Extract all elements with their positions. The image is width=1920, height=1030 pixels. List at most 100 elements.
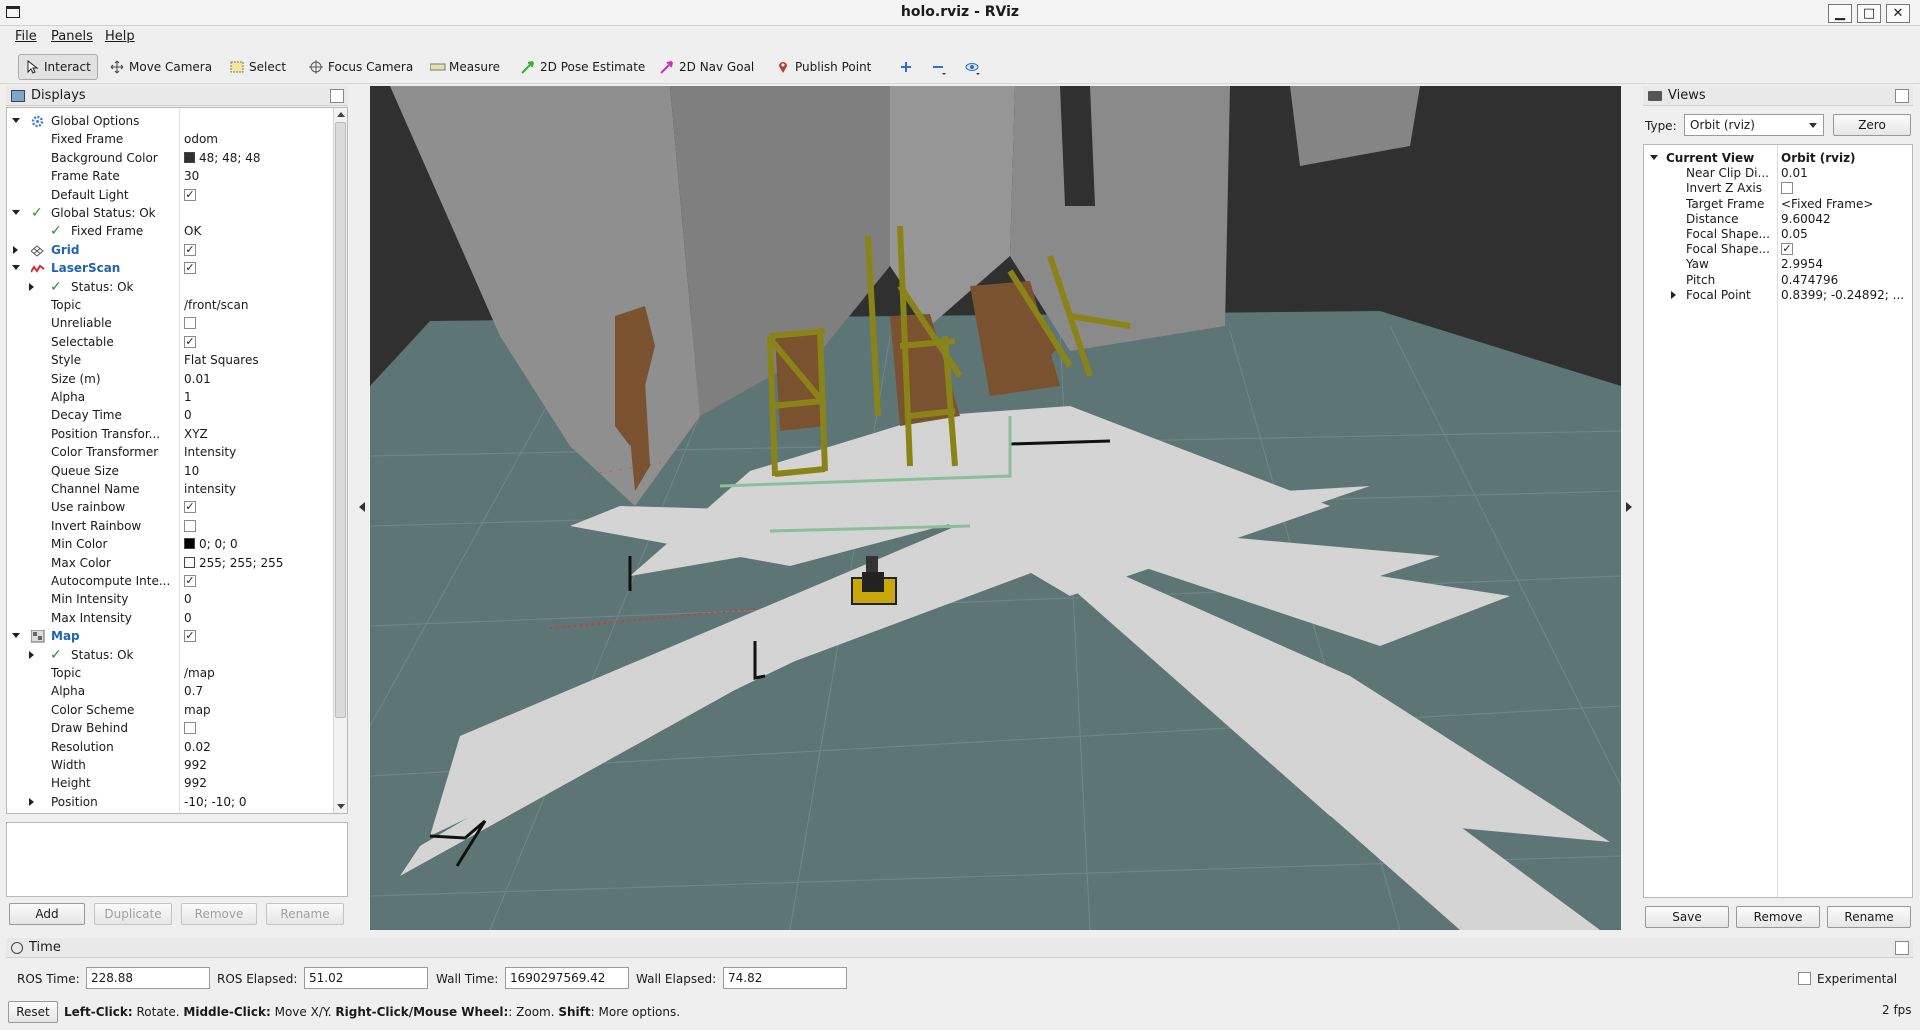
- collapsed-arrow-icon[interactable]: [29, 650, 34, 659]
- collapsed-arrow-icon[interactable]: [1671, 290, 1676, 299]
- select-tool[interactable]: Select: [224, 54, 292, 80]
- displays-tree[interactable]: Global Options Fixed Frame odom Background …: [6, 107, 348, 814]
- display-row-max-intensity[interactable]: Max Intensity 0: [7, 609, 333, 627]
- displays-scrollbar[interactable]: [333, 108, 347, 813]
- collapse-right-icon[interactable]: [1626, 502, 1632, 512]
- display-row-autocompute-intensity[interactable]: Autocompute Inte... ✓: [7, 572, 333, 590]
- move-camera-tool[interactable]: Move Camera: [104, 54, 218, 80]
- display-row-min-color[interactable]: Min Color 0; 0; 0: [7, 535, 333, 553]
- display-row-grid[interactable]: Grid ✓: [7, 241, 333, 259]
- display-row-value[interactable]: OK: [184, 222, 201, 240]
- remove-display-button[interactable]: Remove: [181, 903, 257, 925]
- experimental-checkbox[interactable]: [1798, 972, 1811, 985]
- minimize-button[interactable]: ▁: [1828, 4, 1852, 23]
- rename-display-button[interactable]: Rename: [266, 903, 344, 925]
- display-row-value[interactable]: 48; 48; 48: [184, 149, 261, 167]
- display-row-value[interactable]: 10: [184, 462, 199, 480]
- render-viewport[interactable]: [370, 86, 1621, 930]
- display-row-laserscan-status[interactable]: ✓ Status: Ok: [7, 278, 333, 296]
- enabled-checkbox[interactable]: ✓: [184, 501, 196, 514]
- collapsed-arrow-icon[interactable]: [29, 797, 34, 806]
- collapse-left-icon[interactable]: [359, 502, 365, 512]
- display-row-height[interactable]: Height 992: [7, 774, 333, 792]
- scrollbar-thumb[interactable]: [335, 122, 346, 718]
- display-row-value[interactable]: /map: [184, 664, 215, 682]
- maximize-button[interactable]: □: [1857, 4, 1881, 23]
- view-checkbox[interactable]: ✓: [1781, 243, 1793, 256]
- menu-panels[interactable]: Panels: [51, 29, 93, 44]
- wall-time-field[interactable]: 1690297569.42: [505, 967, 629, 989]
- scroll-up-icon[interactable]: [337, 112, 345, 117]
- scroll-down-icon[interactable]: [337, 804, 345, 809]
- interact-tool[interactable]: Interact: [18, 54, 98, 80]
- display-row-decay-time[interactable]: Decay Time 0: [7, 406, 333, 424]
- expanded-arrow-icon[interactable]: [12, 210, 20, 215]
- add-tool-button[interactable]: [893, 54, 919, 80]
- enabled-checkbox[interactable]: ✓: [184, 575, 196, 587]
- add-display-button[interactable]: Add: [9, 903, 85, 925]
- pose-estimate-tool[interactable]: 2D Pose Estimate: [515, 54, 651, 80]
- expanded-arrow-icon[interactable]: [1650, 155, 1658, 160]
- display-row-orientation[interactable]: Orientation 0; 0; 0; 1: [7, 811, 333, 813]
- focus-camera-tool[interactable]: Focus Camera: [303, 54, 419, 80]
- display-row-max-color[interactable]: Max Color 255; 255; 255: [7, 554, 333, 572]
- measure-tool[interactable]: Measure: [424, 54, 506, 80]
- display-row-color-scheme[interactable]: Color Scheme map: [7, 701, 333, 719]
- display-row-min-intensity[interactable]: Min Intensity 0: [7, 590, 333, 608]
- display-row-unreliable[interactable]: Unreliable: [7, 314, 333, 332]
- display-row-frame-rate[interactable]: Frame Rate 30: [7, 167, 333, 185]
- display-row-invert-rainbow[interactable]: Invert Rainbow: [7, 517, 333, 535]
- color-swatch[interactable]: [184, 538, 195, 550]
- enabled-checkbox[interactable]: ✓: [184, 630, 196, 643]
- remove-tool-button[interactable]: [925, 54, 951, 80]
- display-row-value[interactable]: intensity: [184, 480, 236, 498]
- display-row-value[interactable]: 0.02: [184, 738, 211, 756]
- collapsed-arrow-icon[interactable]: [13, 245, 18, 254]
- display-row-selectable[interactable]: Selectable ✓: [7, 333, 333, 351]
- display-row-channel-name[interactable]: Channel Name intensity: [7, 480, 333, 498]
- enabled-checkbox[interactable]: [184, 317, 196, 330]
- display-row-global-options[interactable]: Global Options: [7, 112, 333, 130]
- display-row-value[interactable]: 0; 0; 0; 1: [184, 811, 238, 813]
- display-row-background-color[interactable]: Background Color 48; 48; 48: [7, 149, 333, 167]
- display-row-position[interactable]: Position -10; -10; 0: [7, 793, 333, 811]
- display-row-value[interactable]: 0: [184, 609, 192, 627]
- display-row-queue-size[interactable]: Queue Size 10: [7, 462, 333, 480]
- display-row-value[interactable]: map: [184, 701, 211, 719]
- display-row-value[interactable]: 0.7: [184, 682, 203, 700]
- display-row-map[interactable]: Map ✓: [7, 627, 333, 645]
- display-row-fixed-frame-status[interactable]: ✓ Fixed Frame OK: [7, 222, 333, 240]
- display-row-style[interactable]: Style Flat Squares: [7, 351, 333, 369]
- display-row-value[interactable]: 0.01: [184, 370, 211, 388]
- enabled-checkbox[interactable]: ✓: [184, 262, 196, 275]
- reset-button[interactable]: Reset: [8, 1001, 58, 1023]
- time-undock-button[interactable]: [1895, 941, 1909, 955]
- expanded-arrow-icon[interactable]: [12, 118, 20, 123]
- view-tool-button[interactable]: [959, 54, 985, 80]
- wall-elapsed-field[interactable]: 74.82: [723, 967, 847, 989]
- display-row-value[interactable]: 0: [184, 590, 192, 608]
- collapsed-arrow-icon[interactable]: [29, 282, 34, 291]
- ros-time-field[interactable]: 228.88: [86, 967, 210, 989]
- enabled-checkbox[interactable]: ✓: [184, 243, 196, 256]
- nav-goal-tool[interactable]: 2D Nav Goal: [654, 54, 760, 80]
- views-undock-button[interactable]: [1895, 89, 1909, 103]
- color-swatch[interactable]: [184, 556, 195, 568]
- view-row-focal-point[interactable]: Focal Point 0.8399; -0.24892; ...: [1644, 286, 1912, 304]
- display-row-value[interactable]: 1: [184, 388, 192, 406]
- zero-view-button[interactable]: Zero: [1833, 114, 1911, 136]
- enabled-checkbox[interactable]: ✓: [184, 335, 196, 348]
- display-row-map-topic[interactable]: Topic/map: [7, 664, 333, 682]
- enabled-checkbox[interactable]: [184, 722, 196, 735]
- display-row-alpha[interactable]: Alpha 1: [7, 388, 333, 406]
- display-row-value[interactable]: /front/scan: [184, 296, 248, 314]
- displays-undock-button[interactable]: [330, 89, 344, 103]
- ros-elapsed-field[interactable]: 51.02: [304, 967, 428, 989]
- display-row-value[interactable]: XYZ: [184, 425, 208, 443]
- enabled-checkbox[interactable]: ✓: [184, 188, 196, 201]
- display-row-value[interactable]: 0: [184, 406, 192, 424]
- enabled-checkbox[interactable]: [184, 519, 196, 532]
- display-row-size[interactable]: Size (m) 0.01: [7, 370, 333, 388]
- view-row-value[interactable]: 0.8399; -0.24892; ...: [1781, 286, 1904, 304]
- display-row-value[interactable]: -10; -10; 0: [184, 793, 247, 811]
